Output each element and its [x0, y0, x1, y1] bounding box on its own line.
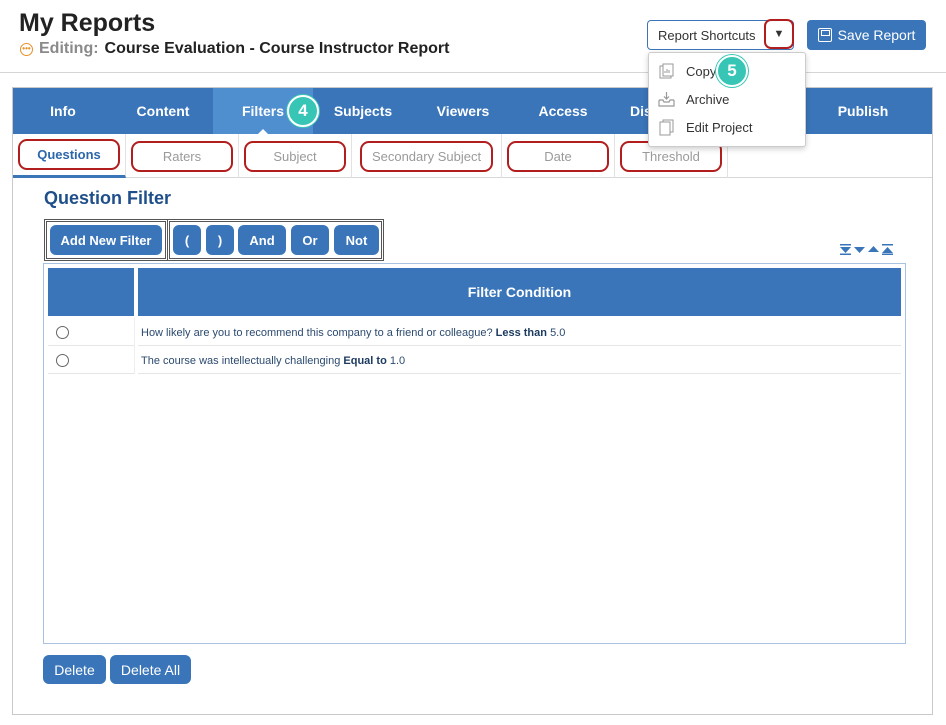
close-paren-button[interactable]: )	[206, 225, 234, 255]
save-icon	[817, 28, 832, 42]
column-divider	[134, 346, 138, 374]
step-badge: 5	[716, 55, 748, 87]
tab-viewers[interactable]: Viewers	[413, 88, 513, 134]
grid-select-column-header	[48, 268, 134, 316]
subtab-secondary-subject[interactable]: Secondary Subject	[352, 134, 502, 178]
delete-all-button[interactable]: Delete All	[110, 655, 191, 684]
editing-status: ••• Editing: Course Evaluation - Course …	[20, 40, 449, 58]
filter-condition-header: Filter Condition	[138, 268, 901, 316]
table-row[interactable]: How likely are you to recommend this com…	[48, 318, 901, 346]
row-order-controls	[840, 244, 893, 255]
condition-question: How likely are you to recommend this com…	[141, 327, 493, 339]
subtab-raters[interactable]: Raters	[126, 134, 239, 178]
column-divider	[134, 318, 138, 346]
menu-item-label: Edit Project	[686, 119, 753, 135]
step-badge: 4	[287, 95, 319, 127]
tab-label: Subjects	[333, 103, 393, 119]
subtab-label: Questions	[18, 139, 120, 170]
tab-publish[interactable]: Publish	[813, 88, 913, 134]
tab-label: Info	[50, 103, 76, 119]
condition-operator: Equal to	[343, 355, 387, 367]
row-select-radio[interactable]	[56, 354, 69, 367]
report-shortcuts-label: Report Shortcuts	[658, 27, 756, 43]
not-button[interactable]: Not	[334, 225, 379, 255]
open-paren-button[interactable]: (	[173, 225, 201, 255]
subtab-label: Date	[507, 140, 609, 172]
subtab-label: Raters	[131, 140, 233, 172]
condition-value: 5.0	[550, 327, 566, 339]
row-select-radio[interactable]	[56, 326, 69, 339]
move-to-bottom-icon[interactable]	[840, 244, 851, 255]
save-report-button[interactable]: Save Report	[807, 20, 926, 50]
section-title: Question Filter	[44, 188, 172, 208]
menu-item-edit-project[interactable]: Edit Project	[649, 114, 807, 140]
filter-condition-text: The course was intellectually challengin…	[141, 355, 405, 367]
page-title: My Reports	[19, 9, 156, 37]
add-new-filter-button[interactable]: Add New Filter	[50, 225, 162, 255]
delete-button[interactable]: Delete	[43, 655, 106, 684]
archive-icon	[658, 91, 675, 107]
tab-label: Content	[136, 103, 190, 119]
filter-condition-text: How likely are you to recommend this com…	[141, 327, 565, 339]
tab-label: Access	[538, 103, 588, 119]
tab-label: Publish	[837, 103, 889, 119]
subtab-date[interactable]: Date	[502, 134, 615, 178]
report-shortcuts-select[interactable]: Report Shortcuts ▼	[647, 19, 794, 50]
tab-label: Filters	[241, 103, 284, 119]
move-up-icon[interactable]	[868, 244, 879, 255]
table-row[interactable]: The course was intellectually challengin…	[48, 346, 901, 374]
tab-access[interactable]: Access	[513, 88, 613, 134]
or-button[interactable]: Or	[291, 225, 329, 255]
copy-report-icon	[659, 63, 674, 78]
editing-dots-icon: •••	[20, 42, 33, 56]
condition-operator: Less than	[495, 327, 547, 339]
report-name: Course Evaluation - Course Instructor Re…	[104, 40, 450, 57]
tab-info[interactable]: Info	[13, 88, 113, 134]
menu-item-label: Copy	[686, 63, 717, 79]
and-button[interactable]: And	[238, 225, 286, 255]
chevron-down-icon[interactable]: ▼	[764, 19, 794, 49]
subtab-label: Subject	[244, 140, 346, 172]
menu-item-archive[interactable]: Archive	[649, 86, 807, 112]
move-down-icon[interactable]	[854, 244, 865, 255]
edit-project-icon	[659, 119, 674, 135]
move-to-top-icon[interactable]	[882, 244, 893, 255]
subtab-label: Secondary Subject	[360, 140, 493, 172]
condition-question: The course was intellectually challengin…	[141, 355, 341, 367]
tab-label: Viewers	[436, 103, 490, 119]
editing-prefix: Editing:	[39, 40, 99, 57]
subtab-questions[interactable]: Questions	[13, 134, 126, 178]
subtab-subject[interactable]: Subject	[239, 134, 352, 178]
tab-content[interactable]: Content	[113, 88, 213, 134]
condition-value: 1.0	[389, 355, 406, 367]
save-report-label: Save Report	[837, 27, 916, 43]
tab-subjects[interactable]: Subjects	[313, 88, 413, 134]
menu-item-label: Archive	[686, 91, 730, 107]
